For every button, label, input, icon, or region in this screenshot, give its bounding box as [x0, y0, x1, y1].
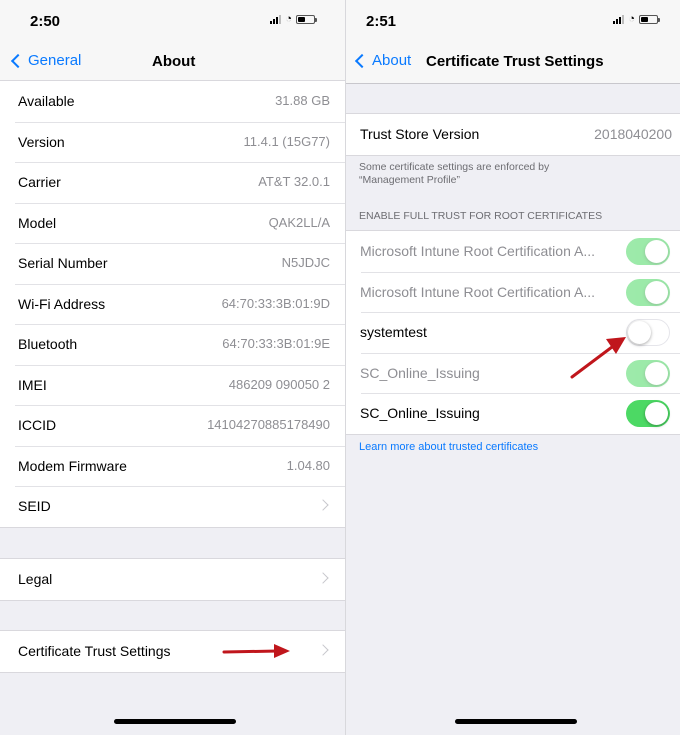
page-title: Certificate Trust Settings: [426, 53, 604, 70]
row-label: Model: [18, 214, 57, 231]
enforced-note: Some certificate settings are enforced b…: [359, 161, 659, 187]
info-row-iccid: ICCID 14104270885178490: [0, 405, 345, 446]
row-label: Available: [18, 93, 75, 109]
trust-toggle: [626, 359, 670, 387]
row-value: 1.04.80: [286, 457, 330, 473]
home-indicator[interactable]: [455, 719, 577, 724]
certificate-name: systemtest: [360, 324, 427, 340]
system-icons: ◔: [613, 13, 660, 25]
row-value: N5JDJC: [281, 255, 330, 270]
certificate-name: SC_Online_Issuing: [360, 405, 480, 421]
trust-toggle: [626, 238, 670, 265]
trust-toggle[interactable]: [626, 400, 670, 427]
info-row-bluetooth: Bluetooth 64:70:33:3B:01:9E: [0, 324, 345, 365]
back-button[interactable]: About: [354, 52, 412, 69]
row-value: 2018040200: [594, 126, 672, 142]
back-label: About: [372, 52, 412, 69]
section-header: ENABLE FULL TRUST FOR ROOT CERTIFICATES: [359, 210, 603, 222]
info-row-modem-firmware: Modem Firmware 1.04.80: [0, 445, 345, 487]
back-button[interactable]: General: [10, 52, 82, 69]
certificate-row: Microsoft Intune Root Certification A...: [346, 231, 680, 272]
trust-store-list: Trust Store Version 2018040200: [346, 113, 680, 156]
page-title: About: [152, 53, 196, 70]
battery-icon: [296, 15, 317, 24]
home-indicator[interactable]: [114, 719, 236, 724]
info-row-carrier: Carrier AT&T 32.0.1: [0, 162, 345, 203]
info-row-wifi-address: Wi-Fi Address 64:70:33:3B:01:9D: [0, 283, 345, 325]
info-row-model[interactable]: Model QAK2LL/A: [0, 202, 345, 244]
row-label: Wi-Fi Address: [18, 295, 106, 312]
certificate-name: Microsoft Intune Root Certification A...: [360, 283, 595, 300]
trust-store-version-row: Trust Store Version 2018040200: [346, 114, 680, 155]
info-row-version: Version 11.4.1 (15G77): [0, 121, 345, 163]
enforced-note-line: Some certificate settings are enforced b…: [359, 161, 550, 173]
certificate-row: Microsoft Intune Root Certification A...: [346, 271, 680, 313]
system-icons: ◔: [270, 13, 317, 25]
legal-list: Legal: [0, 558, 345, 601]
status-bar: 2:50 ◔: [0, 0, 345, 36]
chevron-left-icon: [10, 53, 26, 68]
back-label: General: [28, 52, 82, 69]
row-value: 486209 090050 2: [228, 376, 330, 392]
row-label: Serial Number: [18, 255, 108, 271]
legal-row[interactable]: Legal: [0, 559, 345, 600]
row-label: ICCID: [18, 417, 57, 433]
chevron-left-icon: [354, 53, 370, 68]
row-label: Carrier: [18, 174, 61, 190]
status-time: 2:51: [366, 13, 397, 30]
row-label: Legal: [18, 571, 53, 587]
row-label: SEID: [18, 498, 51, 514]
chevron-right-icon: [317, 644, 329, 656]
certificate-row: systemtest: [346, 312, 680, 353]
wifi-icon: ◔: [285, 13, 292, 25]
about-screen: 2:50 ◔ General About Available 31.88 GB …: [0, 0, 345, 735]
row-label: IMEI: [18, 376, 47, 393]
row-label: Modem Firmware: [18, 457, 127, 474]
info-row-imei: IMEI 486209 090050 2: [0, 364, 345, 406]
learn-more-link[interactable]: Learn more about trusted certificates: [359, 441, 538, 453]
battery-icon: [639, 15, 660, 24]
certificate-trust-list: Certificate Trust Settings: [0, 630, 345, 673]
row-value: 11.4.1 (15G77): [243, 133, 330, 149]
certificate-name: SC_Online_Issuing: [360, 364, 480, 381]
trust-toggle: [626, 278, 670, 306]
certificate-row: SC_Online_Issuing: [346, 393, 680, 434]
certificate-trust-settings-row[interactable]: Certificate Trust Settings: [0, 631, 345, 672]
trust-toggle[interactable]: [626, 319, 670, 346]
status-time: 2:50: [30, 13, 61, 30]
certificate-name: Microsoft Intune Root Certification A...: [360, 243, 595, 259]
row-value: 31.88 GB: [275, 93, 330, 108]
wifi-icon: ◔: [628, 13, 635, 25]
root-certificates-list: Microsoft Intune Root Certification A...…: [346, 230, 680, 435]
signal-icon: [613, 15, 625, 24]
row-label: Trust Store Version: [360, 126, 480, 142]
row-value: 14104270885178490: [207, 417, 330, 432]
row-value: AT&T 32.0.1: [258, 174, 330, 189]
row-label: Certificate Trust Settings: [18, 643, 171, 659]
enforced-note-line: “Management Profile”: [359, 174, 460, 186]
navigation-bar: General About: [0, 36, 345, 84]
status-bar: 2:51 ◔: [346, 0, 680, 36]
row-label: Version: [18, 133, 65, 150]
about-info-list: Available 31.88 GB Version 11.4.1 (15G77…: [0, 80, 345, 528]
row-value: QAK2LL/A: [268, 214, 330, 230]
info-row-seid[interactable]: SEID: [0, 486, 345, 527]
info-row-serial-number: Serial Number N5JDJC: [0, 243, 345, 284]
certificate-row: SC_Online_Issuing: [346, 352, 680, 394]
navigation-bar: About Certificate Trust Settings: [346, 36, 680, 84]
chevron-right-icon: [317, 572, 329, 584]
row-value: 64:70:33:3B:01:9E: [222, 336, 330, 351]
chevron-right-icon: [317, 499, 329, 511]
row-value: 64:70:33:3B:01:9D: [221, 295, 330, 311]
info-row-available: Available 31.88 GB: [0, 81, 345, 122]
signal-icon: [270, 15, 282, 24]
certificate-trust-settings-screen: 2:51 ◔ About Certificate Trust Settings …: [345, 0, 680, 735]
row-label: Bluetooth: [18, 336, 78, 352]
